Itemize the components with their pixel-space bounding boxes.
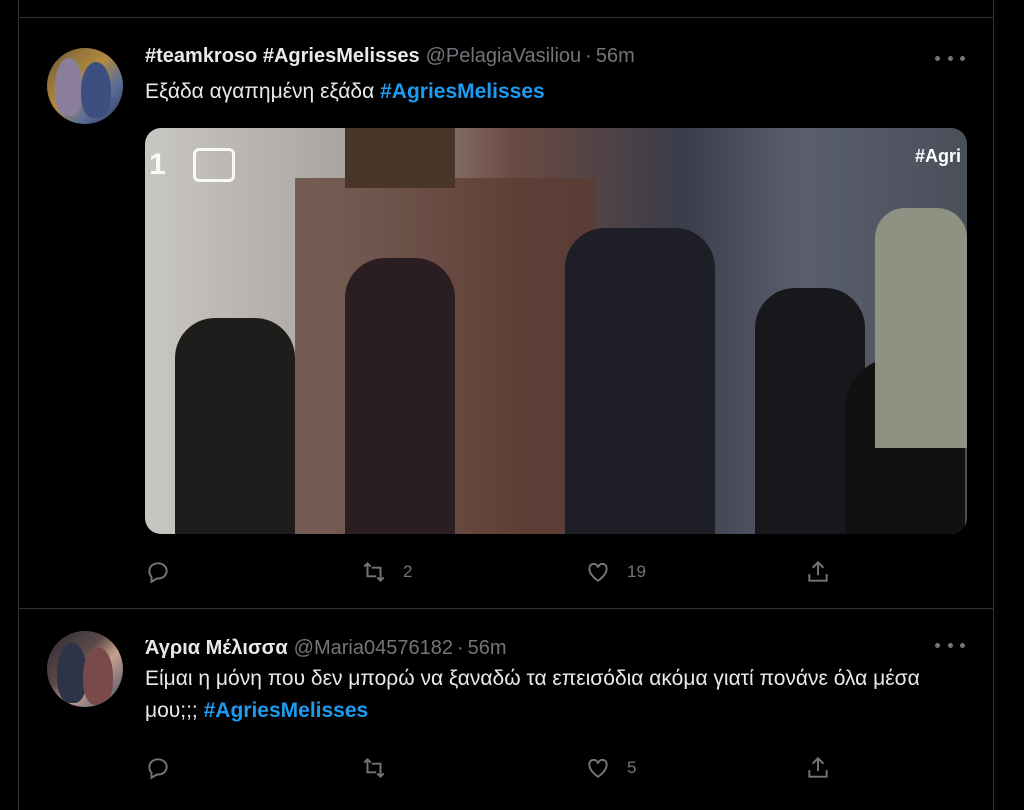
tweet-text: Είμαι η μόνη που δεν μπορώ να ξαναδώ τα … xyxy=(145,663,965,727)
heart-icon xyxy=(588,562,608,582)
reply-icon xyxy=(148,758,168,780)
timestamp[interactable]: 56m xyxy=(468,637,507,660)
separator: · xyxy=(585,44,592,67)
retweet-button[interactable] xyxy=(361,754,403,782)
channel-logo: 1 xyxy=(149,148,166,181)
author-name[interactable]: Άγρια Μέλισσα xyxy=(145,637,288,660)
tweet-text-content: Εξάδα αγαπημένη εξάδα xyxy=(145,80,375,103)
tweet-header: #teamkroso #AgriesMelisses @PelagiaVasil… xyxy=(145,42,953,70)
tweet[interactable]: #teamkroso #AgriesMelisses @PelagiaVasil… xyxy=(19,18,993,609)
author-name[interactable]: #teamkroso #AgriesMelisses xyxy=(145,45,420,68)
retweet-count: 2 xyxy=(403,562,413,581)
more-icon[interactable] xyxy=(935,48,965,68)
retweet-icon xyxy=(363,757,385,779)
reply-button[interactable] xyxy=(145,558,187,586)
hashtag-link[interactable]: #AgriesMelisses xyxy=(380,80,545,103)
tweet-image[interactable]: 1 #Agri xyxy=(145,128,967,534)
chat-icon xyxy=(193,148,235,182)
overlay-hashtag: #Agri xyxy=(914,146,961,166)
share-icon xyxy=(808,756,828,778)
like-button[interactable]: 19 xyxy=(585,558,646,586)
separator: · xyxy=(456,636,464,659)
tweet-header: Άγρια Μέλισσα @Maria04576182 · 56m xyxy=(145,634,953,662)
reply-button[interactable] xyxy=(145,754,187,782)
author-handle[interactable]: @Maria04576182 xyxy=(294,637,453,660)
share-icon xyxy=(808,560,828,582)
like-count: 5 xyxy=(627,758,637,777)
more-icon[interactable] xyxy=(935,635,965,655)
share-button[interactable] xyxy=(805,754,831,782)
like-button[interactable]: 5 xyxy=(585,754,636,782)
timeline: #teamkroso #AgriesMelisses @PelagiaVasil… xyxy=(18,0,994,810)
retweet-button[interactable]: 2 xyxy=(361,558,412,586)
like-count: 19 xyxy=(627,562,646,581)
avatar[interactable] xyxy=(47,631,123,707)
tweet-actions: 2 19 xyxy=(145,558,965,586)
avatar[interactable] xyxy=(47,48,123,124)
retweet-icon xyxy=(363,561,385,583)
reply-icon xyxy=(148,562,168,584)
hashtag-link[interactable]: #AgriesMelisses xyxy=(204,699,369,722)
tweet[interactable]: Άγρια Μέλισσα @Maria04576182 · 56m Είμαι… xyxy=(19,609,993,810)
tweet-text: Εξάδα αγαπημένη εξάδα #AgriesMelisses xyxy=(145,76,965,108)
share-button[interactable] xyxy=(805,558,831,586)
timestamp[interactable]: 56m xyxy=(596,45,635,68)
tweet-actions: 5 xyxy=(145,754,965,782)
author-handle[interactable]: @PelagiaVasiliou xyxy=(426,45,582,68)
heart-icon xyxy=(588,758,608,778)
